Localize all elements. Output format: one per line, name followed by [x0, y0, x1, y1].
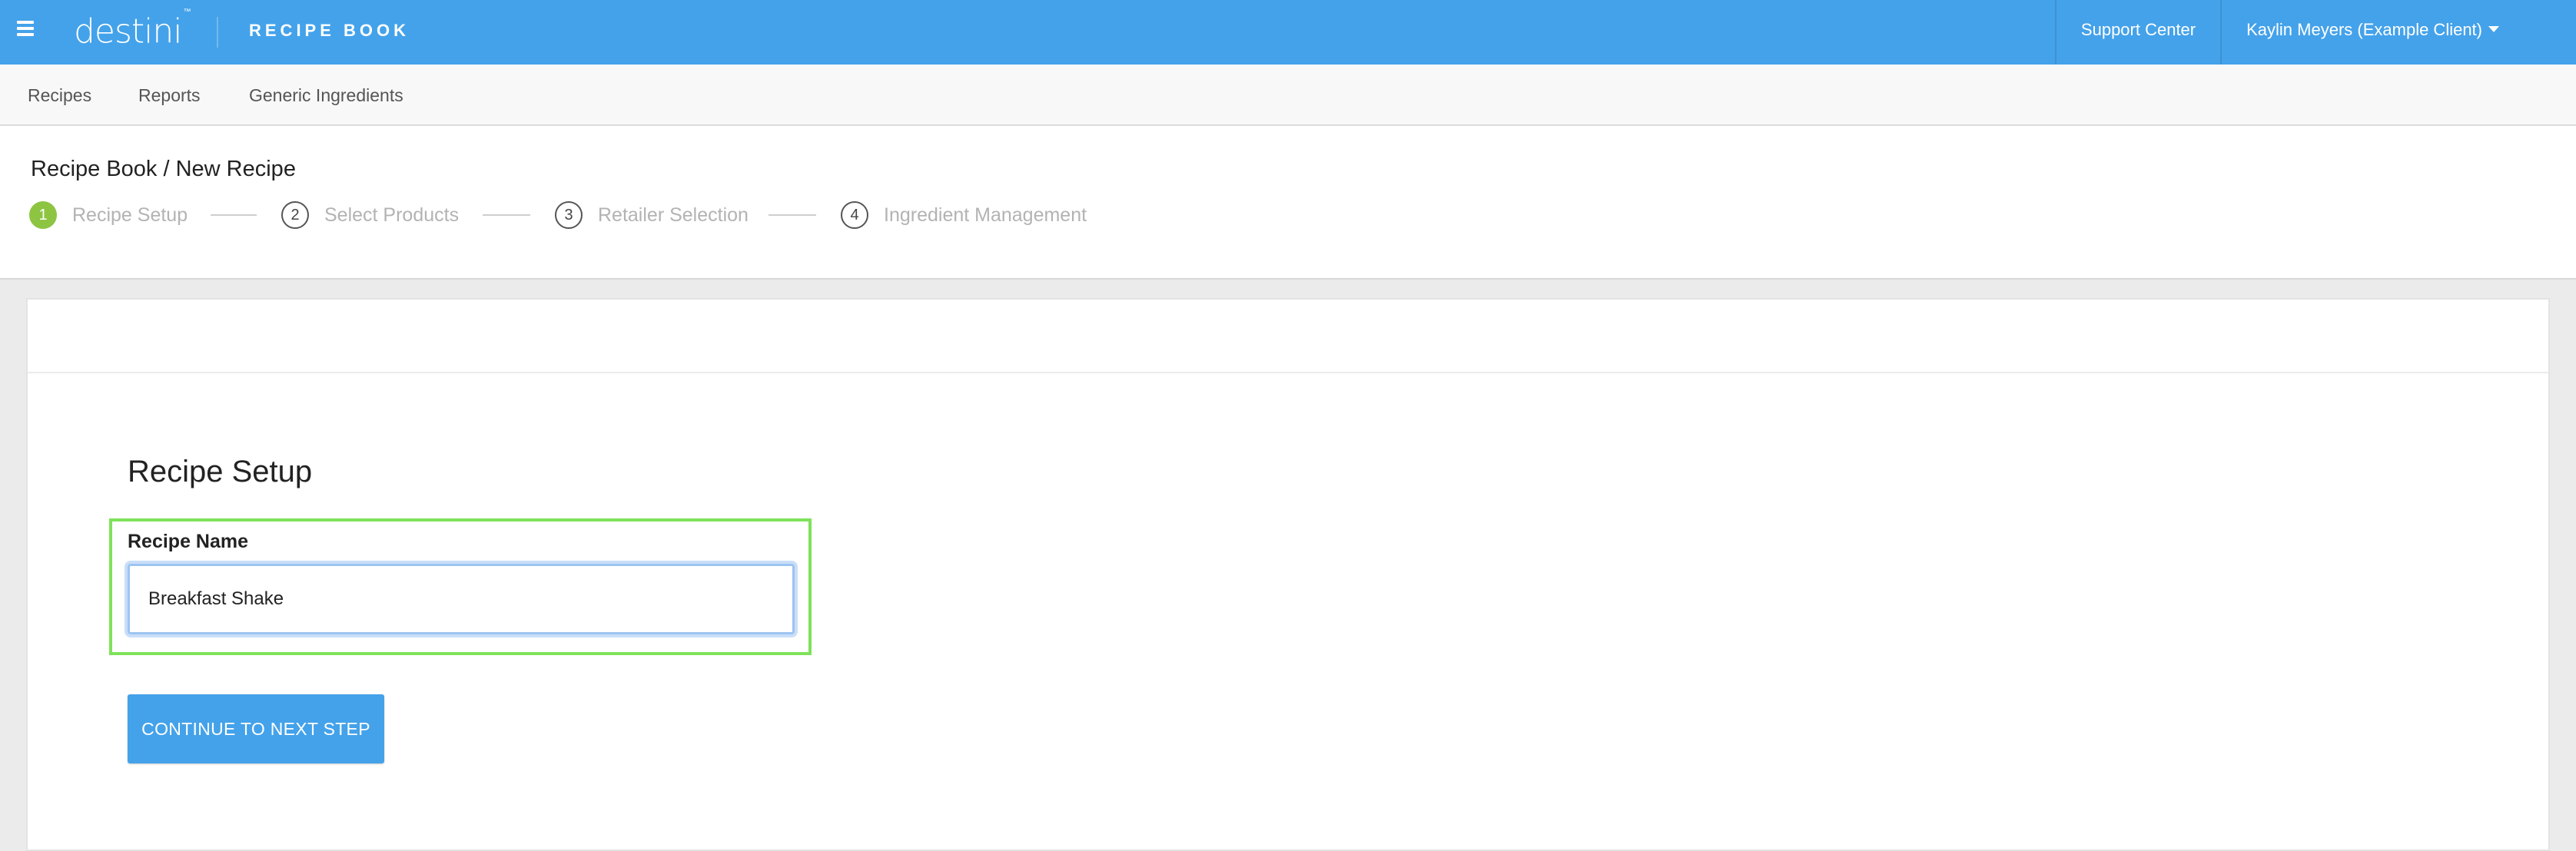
- subnav-item-generic-ingredients[interactable]: Generic Ingredients: [249, 81, 403, 109]
- top-navbar: destini™ RECIPE BOOK Support Center Kayl…: [0, 0, 2576, 65]
- step-label: Select Products: [324, 204, 460, 226]
- continue-to-next-step-button[interactable]: CONTINUE TO NEXT STEP: [128, 694, 384, 763]
- step-label: Ingredient Management: [884, 204, 1087, 226]
- sub-navigation: Recipes Reports Generic Ingredients: [0, 65, 2576, 126]
- breadcrumb: Recipe Book / New Recipe: [31, 157, 296, 181]
- step-connector: [211, 214, 257, 216]
- hamburger-menu-icon[interactable]: [17, 21, 34, 38]
- destini-logo[interactable]: destini™: [74, 8, 191, 52]
- page-header: Recipe Book / New Recipe 1 Recipe Setup …: [0, 126, 2576, 280]
- user-name-label: Kaylin Meyers (Example Client): [2246, 20, 2482, 39]
- step-ingredient-management[interactable]: 4 Ingredient Management: [841, 198, 1087, 232]
- step-label: Retailer Selection: [598, 204, 749, 226]
- step-connector: [483, 214, 530, 216]
- step-select-products[interactable]: 2 Select Products: [281, 198, 459, 232]
- step-number-badge: 1: [29, 201, 57, 229]
- step-retailer-selection[interactable]: 3 Retailer Selection: [555, 198, 749, 232]
- recipe-name-label: Recipe Name: [128, 531, 249, 552]
- subnav-item-recipes[interactable]: Recipes: [28, 81, 91, 109]
- step-connector: [768, 214, 816, 216]
- recipe-setup-card: Recipe Setup Recipe Name CONTINUE TO NEX…: [26, 298, 2550, 851]
- support-center-link[interactable]: Support Center: [2054, 0, 2220, 65]
- logo-text: destini: [74, 12, 183, 51]
- caret-down-icon: [2488, 26, 2499, 32]
- step-number-badge: 3: [555, 201, 583, 229]
- logo-trademark: ™: [183, 8, 191, 16]
- card-header-band: [28, 300, 2548, 373]
- subnav-item-reports[interactable]: Reports: [138, 81, 201, 109]
- recipe-name-input[interactable]: [128, 564, 795, 634]
- section-title: Recipe Setup: [128, 455, 313, 488]
- app-title: RECIPE BOOK: [249, 21, 410, 40]
- navbar-divider: [217, 17, 218, 48]
- step-number-badge: 2: [281, 201, 309, 229]
- support-center-label: Support Center: [2080, 20, 2196, 39]
- step-number-badge: 4: [841, 201, 868, 229]
- user-menu-dropdown[interactable]: Kaylin Meyers (Example Client): [2220, 0, 2576, 65]
- step-label: Recipe Setup: [72, 204, 188, 226]
- navbar-right-group: Support Center Kaylin Meyers (Example Cl…: [2054, 0, 2576, 65]
- step-recipe-setup[interactable]: 1 Recipe Setup: [29, 198, 188, 232]
